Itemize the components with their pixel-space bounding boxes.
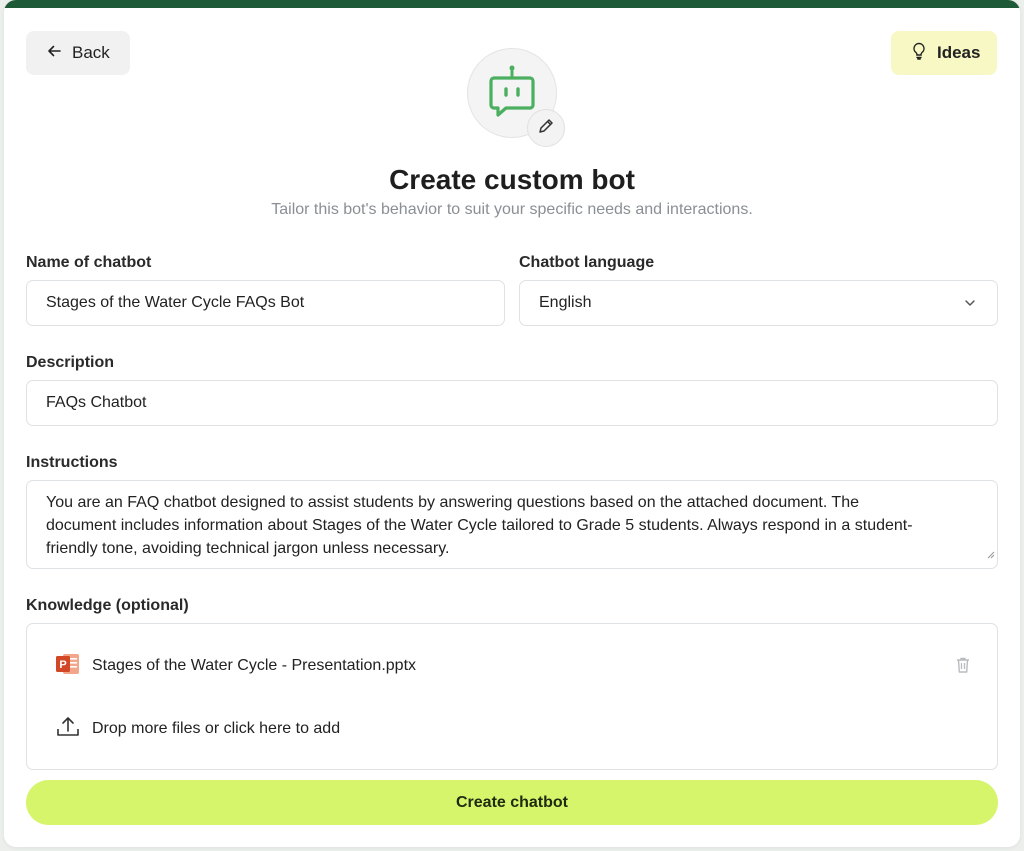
- description-label: Description: [26, 354, 115, 371]
- knowledge-dropzone[interactable]: P Stages of the Water Cycle - Presentati…: [26, 623, 998, 770]
- page-subtitle: Tailor this bot's behavior to suit your …: [271, 201, 753, 218]
- language-select[interactable]: English: [519, 280, 998, 326]
- knowledge-file-item: P Stages of the Water Cycle - Presentati…: [55, 653, 971, 679]
- add-files-label: Drop more files or click here to add: [92, 720, 341, 737]
- instructions-line: You are an FAQ chatbot designed to assis…: [46, 494, 859, 511]
- page-title: Create custom bot: [389, 164, 635, 195]
- name-input[interactable]: Stages of the Water Cycle FAQs Bot: [26, 280, 505, 326]
- edit-avatar-button[interactable]: [527, 109, 565, 147]
- instructions-label: Instructions: [26, 454, 118, 471]
- add-files-button[interactable]: Drop more files or click here to add: [55, 716, 340, 742]
- instructions-line: document includes information about Stag…: [46, 517, 913, 534]
- instructions-textarea[interactable]: You are an FAQ chatbot designed to assis…: [26, 480, 998, 569]
- svg-text:P: P: [59, 659, 66, 671]
- name-label: Name of chatbot: [26, 254, 152, 271]
- powerpoint-file-icon: P: [55, 652, 81, 681]
- language-select-value: English: [539, 294, 592, 311]
- instructions-line: friendly tone, avoiding technical jargon…: [46, 540, 450, 557]
- resize-handle-icon[interactable]: [985, 543, 995, 566]
- create-bot-card: Back Ideas Create custom bot Tailor this…: [4, 0, 1020, 847]
- top-accent-bar: [4, 0, 1020, 8]
- trash-icon[interactable]: [955, 656, 971, 679]
- back-button[interactable]: Back: [26, 31, 130, 75]
- back-button-label: Back: [72, 43, 110, 62]
- description-input[interactable]: FAQs Chatbot: [26, 380, 998, 426]
- description-input-value: FAQs Chatbot: [46, 394, 147, 411]
- upload-icon: [55, 715, 81, 744]
- lightbulb-icon: [911, 42, 927, 65]
- ideas-button-label: Ideas: [937, 43, 981, 62]
- create-chatbot-label: Create chatbot: [455, 793, 569, 811]
- pencil-icon: [537, 117, 555, 140]
- language-label: Chatbot language: [519, 254, 655, 271]
- knowledge-file-name: Stages of the Water Cycle - Presentation…: [92, 657, 417, 674]
- name-input-value: Stages of the Water Cycle FAQs Bot: [46, 294, 305, 311]
- chat-bot-icon: [488, 64, 536, 123]
- ideas-button[interactable]: Ideas: [891, 31, 997, 75]
- create-chatbot-button[interactable]: Create chatbot: [26, 780, 998, 825]
- arrow-left-icon: [46, 43, 62, 64]
- knowledge-label: Knowledge (optional): [26, 597, 189, 614]
- chevron-down-icon: [963, 296, 977, 315]
